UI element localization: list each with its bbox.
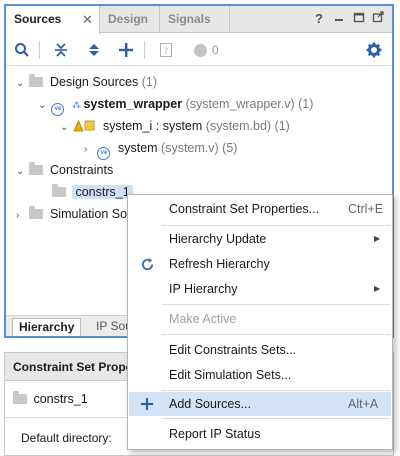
tab-signals-label: Signals [168,12,211,26]
chevron-down-icon[interactable]: ⌄ [38,96,48,116]
menu-item-report-ip-status[interactable]: Report IP Status [129,422,391,446]
toolbar-separator [39,41,40,59]
menu-separator [162,418,390,419]
simulation-sources-label: Simulation So [49,207,128,221]
block-design-icon [73,118,95,138]
tree-node-constraints[interactable]: ⌄ Constraints [16,160,113,180]
close-tab-icon[interactable]: ✕ [82,6,93,33]
system-wrapper-detail: (system_wrapper.v) (1) [185,97,314,111]
menu-separator [162,390,390,391]
menu-item-edit-simulation-sets[interactable]: Edit Simulation Sets... [129,363,391,387]
tab-hierarchy[interactable]: Hierarchy [12,318,82,336]
chevron-down-icon[interactable]: ⌄ [16,74,26,94]
tree-node-design-sources[interactable]: ⌄ Design Sources (1) [16,72,157,92]
menu-item-label: Make Active [169,312,237,326]
verilog-file-icon: ve [97,147,111,160]
menu-separator [162,334,390,335]
menu-item-edit-constraints-sets[interactable]: Edit Constraints Sets... [129,338,391,362]
hierarchy-dots-icon: ⁂ [71,100,81,110]
menu-item-shortcut: Ctrl+E [348,202,384,216]
menu-item-label: Constraint Set Properties... [169,202,320,216]
gear-icon[interactable] [364,40,384,60]
folder-icon [29,206,44,219]
menu-item-label: Hierarchy Update [169,232,267,246]
tree-node-system[interactable]: › ve system (system.v) (5) [84,138,238,160]
toolbar: ? 0 [6,34,392,66]
menu-item-label: Add Sources... [169,397,251,411]
collapse-all-icon[interactable] [51,40,71,60]
search-icon[interactable] [12,40,32,60]
add-icon[interactable] [116,40,136,60]
properties-item-label: constrs_1 [33,392,88,406]
expand-all-icon[interactable] [84,40,104,60]
system-wrapper-name: system_wrapper [83,97,183,111]
menu-item-add-sources[interactable]: Add Sources... Alt+A [129,392,391,416]
tab-design-label: Design [108,12,149,26]
design-sources-count: (1) [141,75,157,89]
menu-item-refresh-hierarchy[interactable]: Refresh Hierarchy [129,252,391,276]
chevron-down-icon[interactable]: ⌄ [60,118,70,138]
status-circle-icon [194,43,207,57]
help-doc-icon[interactable]: ? [156,40,176,60]
system-detail: (system.v) (5) [161,141,238,155]
add-icon [139,396,155,412]
context-menu: Constraint Set Properties... Ctrl+E Hier… [127,194,393,450]
tab-sources[interactable]: Sources ✕ [6,6,100,34]
design-sources-label: Design Sources [49,75,139,89]
constrs-1-label: constrs_1 [72,185,133,199]
tab-signals[interactable]: Signals [160,6,230,33]
system-i-name: system_i : system [102,119,203,133]
maximize-icon[interactable] [352,11,366,27]
status-indicator[interactable]: 0 [194,40,234,60]
chevron-down-icon[interactable]: ⌄ [16,162,26,182]
folder-icon [13,391,27,404]
submenu-arrow-icon: ▶ [374,234,381,243]
properties-item: constrs_1 [13,389,88,409]
menu-item-label: Refresh Hierarchy [169,257,270,271]
submenu-arrow-icon: ▶ [374,284,381,293]
status-count: 0 [212,43,219,57]
tree-node-constrs-1[interactable]: constrs_1 [52,182,133,202]
chevron-right-icon[interactable]: › [16,206,26,226]
float-window-icon[interactable] [371,11,385,27]
chevron-right-icon[interactable]: › [84,140,94,160]
tree-node-system-i[interactable]: ⌄ system_i : system (system.bd) (1) [60,116,290,136]
menu-item-ip-hierarchy[interactable]: IP Hierarchy ▶ [129,277,391,301]
menu-item-constraint-set-properties[interactable]: Constraint Set Properties... Ctrl+E [129,197,391,221]
menu-item-hierarchy-update[interactable]: Hierarchy Update ▶ [129,227,391,251]
folder-icon [52,184,66,197]
menu-item-label: IP Hierarchy [169,282,238,296]
constraints-label: Constraints [49,163,114,177]
tree-node-system-wrapper[interactable]: ⌄ ve ⁂ system_wrapper (system_wrapper.v)… [38,94,314,116]
menu-separator [162,304,390,305]
menu-item-shortcut: Alt+A [348,397,379,411]
minimize-icon[interactable] [332,11,346,27]
svg-text:?: ? [164,47,169,57]
tab-design[interactable]: Design [100,6,160,33]
menu-separator [162,225,390,226]
tab-sources-label: Sources [14,12,62,26]
menu-item-label: Edit Simulation Sets... [169,368,292,382]
help-icon[interactable]: ? [312,11,326,27]
toolbar-separator [144,41,145,59]
verilog-file-icon: ve [51,103,65,116]
tree-node-simulation-sources[interactable]: › Simulation So [16,204,127,224]
default-directory-label: Default directory: [21,431,112,445]
menu-item-label: Report IP Status [169,427,261,441]
system-name: system [117,141,158,155]
menu-item-make-active[interactable]: Make Active [129,307,391,331]
folder-icon [29,162,44,175]
tab-bar: Sources ✕ Design Signals ? [6,6,392,34]
menu-item-label: Edit Constraints Sets... [169,343,297,357]
system-i-detail: (system.bd) (1) [205,119,290,133]
refresh-icon [139,256,155,272]
folder-icon [29,74,44,87]
